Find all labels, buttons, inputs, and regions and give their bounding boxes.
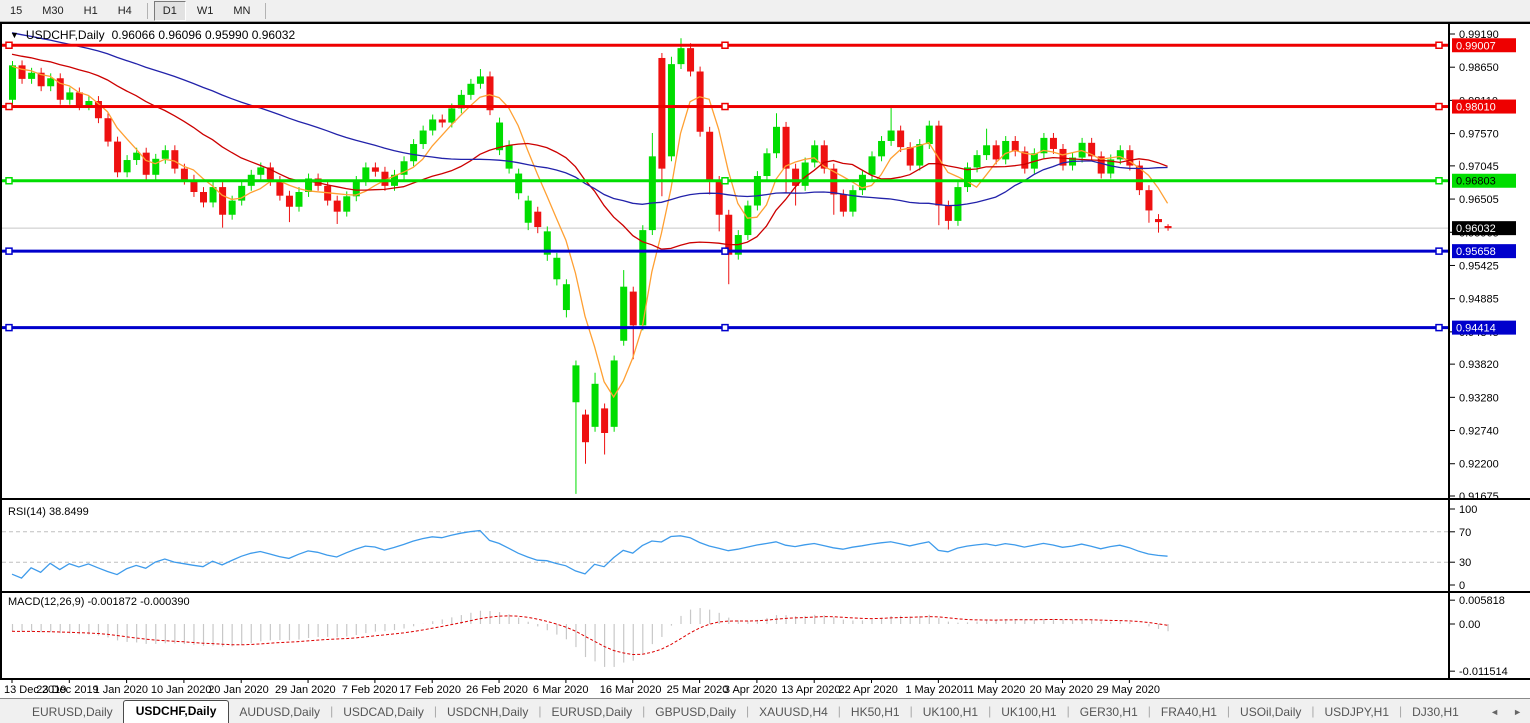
- svg-text:23 Dec 2019: 23 Dec 2019: [36, 684, 98, 696]
- timeframe-button-h4[interactable]: H4: [109, 1, 141, 21]
- svg-text:0.92200: 0.92200: [1459, 459, 1499, 471]
- tab-dj30-h1[interactable]: DJ30,H1: [1402, 702, 1469, 723]
- svg-text:0.95658: 0.95658: [1456, 246, 1496, 258]
- tab-audusd-daily[interactable]: AUDUSD,Daily: [229, 702, 330, 723]
- svg-text:0.97570: 0.97570: [1459, 129, 1499, 141]
- tab-usdchf-daily[interactable]: USDCHF,Daily: [122, 700, 230, 723]
- tab-eurusd-daily[interactable]: EURUSD,Daily: [541, 702, 642, 723]
- svg-text:29 Jan 2020: 29 Jan 2020: [275, 684, 336, 696]
- svg-text:70: 70: [1459, 527, 1471, 539]
- svg-text:0.94414: 0.94414: [1456, 323, 1496, 335]
- tab-scroll-right-icon[interactable]: ►: [1513, 707, 1522, 717]
- svg-text:26 Feb 2020: 26 Feb 2020: [466, 684, 528, 696]
- tab-eurusd-daily[interactable]: EURUSD,Daily: [22, 702, 123, 723]
- timeframe-button-15[interactable]: 15: [1, 1, 31, 21]
- svg-text:30: 30: [1459, 557, 1471, 569]
- tab-fra40-h1[interactable]: FRA40,H1: [1151, 702, 1227, 723]
- svg-text:0.92740: 0.92740: [1459, 426, 1499, 438]
- svg-text:0.95425: 0.95425: [1459, 260, 1499, 272]
- svg-text:13 Apr 2020: 13 Apr 2020: [781, 684, 840, 696]
- svg-text:20 Jan 2020: 20 Jan 2020: [208, 684, 269, 696]
- svg-text:10 Jan 2020: 10 Jan 2020: [151, 684, 212, 696]
- tab-usoil-daily[interactable]: USOil,Daily: [1230, 702, 1311, 723]
- tab-usdcad-daily[interactable]: USDCAD,Daily: [333, 702, 434, 723]
- svg-text:0.99007: 0.99007: [1456, 40, 1496, 52]
- price-chart-canvas[interactable]: 0.991900.986500.981100.975700.970450.965…: [0, 22, 1530, 698]
- svg-text:-0.011514: -0.011514: [1459, 666, 1508, 678]
- svg-text:1 Jan 2020: 1 Jan 2020: [94, 684, 148, 696]
- svg-text:100: 100: [1459, 504, 1477, 516]
- svg-text:7 Feb 2020: 7 Feb 2020: [342, 684, 398, 696]
- timeframe-button-mn[interactable]: MN: [224, 1, 259, 21]
- toolbar-separator: [265, 2, 267, 19]
- svg-text:20 May 2020: 20 May 2020: [1030, 684, 1094, 696]
- timeframe-button-h1[interactable]: H1: [75, 1, 107, 21]
- tab-ger30-h1[interactable]: GER30,H1: [1070, 702, 1148, 723]
- svg-text:6 Mar 2020: 6 Mar 2020: [533, 684, 589, 696]
- svg-text:0.98650: 0.98650: [1459, 62, 1499, 74]
- svg-text:0.005818: 0.005818: [1459, 595, 1505, 607]
- svg-text:0.96032: 0.96032: [1456, 223, 1496, 235]
- toolbar-separator: [146, 2, 148, 19]
- svg-text:17 Feb 2020: 17 Feb 2020: [399, 684, 461, 696]
- svg-text:1 May 2020: 1 May 2020: [905, 684, 962, 696]
- timeframe-button-d1[interactable]: D1: [153, 0, 186, 21]
- tab-hk50-h1[interactable]: HK50,H1: [841, 702, 910, 723]
- svg-text:0.00: 0.00: [1459, 619, 1480, 631]
- svg-text:16 Mar 2020: 16 Mar 2020: [600, 684, 662, 696]
- svg-text:0.93820: 0.93820: [1459, 359, 1499, 371]
- svg-text:0.93280: 0.93280: [1459, 392, 1499, 404]
- tab-uk100-h1[interactable]: UK100,H1: [991, 702, 1066, 723]
- svg-text:22 Apr 2020: 22 Apr 2020: [839, 684, 898, 696]
- svg-text:0.91675: 0.91675: [1459, 491, 1499, 503]
- svg-text:3 Apr 2020: 3 Apr 2020: [724, 684, 777, 696]
- svg-text:0.97045: 0.97045: [1459, 161, 1499, 173]
- svg-text:0.98010: 0.98010: [1456, 102, 1496, 114]
- tab-uk100-h1[interactable]: UK100,H1: [913, 702, 988, 723]
- timeframe-button-m30[interactable]: M30: [33, 1, 72, 21]
- tab-usdjpy-h1[interactable]: USDJPY,H1: [1315, 702, 1399, 723]
- chart-window[interactable]: 0.991900.986500.981100.975700.970450.965…: [0, 22, 1530, 698]
- tab-scroll-arrows: ◄ ►: [1490, 707, 1522, 723]
- svg-text:0.96505: 0.96505: [1459, 194, 1499, 206]
- svg-text:11 May 2020: 11 May 2020: [963, 684, 1026, 696]
- svg-text:25 Mar 2020: 25 Mar 2020: [667, 684, 729, 696]
- svg-text:0: 0: [1459, 580, 1465, 592]
- tab-gbpusd-daily[interactable]: GBPUSD,Daily: [645, 702, 746, 723]
- tab-scroll-left-icon[interactable]: ◄: [1490, 707, 1499, 717]
- svg-text:0.94885: 0.94885: [1459, 294, 1499, 306]
- timeframe-toolbar: 15 M30 H1 H4 D1 W1 MN: [0, 0, 1530, 22]
- tab-usdcnh-daily[interactable]: USDCNH,Daily: [437, 702, 538, 723]
- timeframe-button-w1[interactable]: W1: [188, 1, 223, 21]
- tab-xauusd-h4[interactable]: XAUUSD,H4: [749, 702, 838, 723]
- svg-text:0.96803: 0.96803: [1456, 176, 1496, 188]
- chart-tab-bar: EURUSD,Daily USDCHF,Daily AUDUSD,Daily | USD…: [0, 698, 1530, 723]
- svg-text:29 May 2020: 29 May 2020: [1096, 684, 1160, 696]
